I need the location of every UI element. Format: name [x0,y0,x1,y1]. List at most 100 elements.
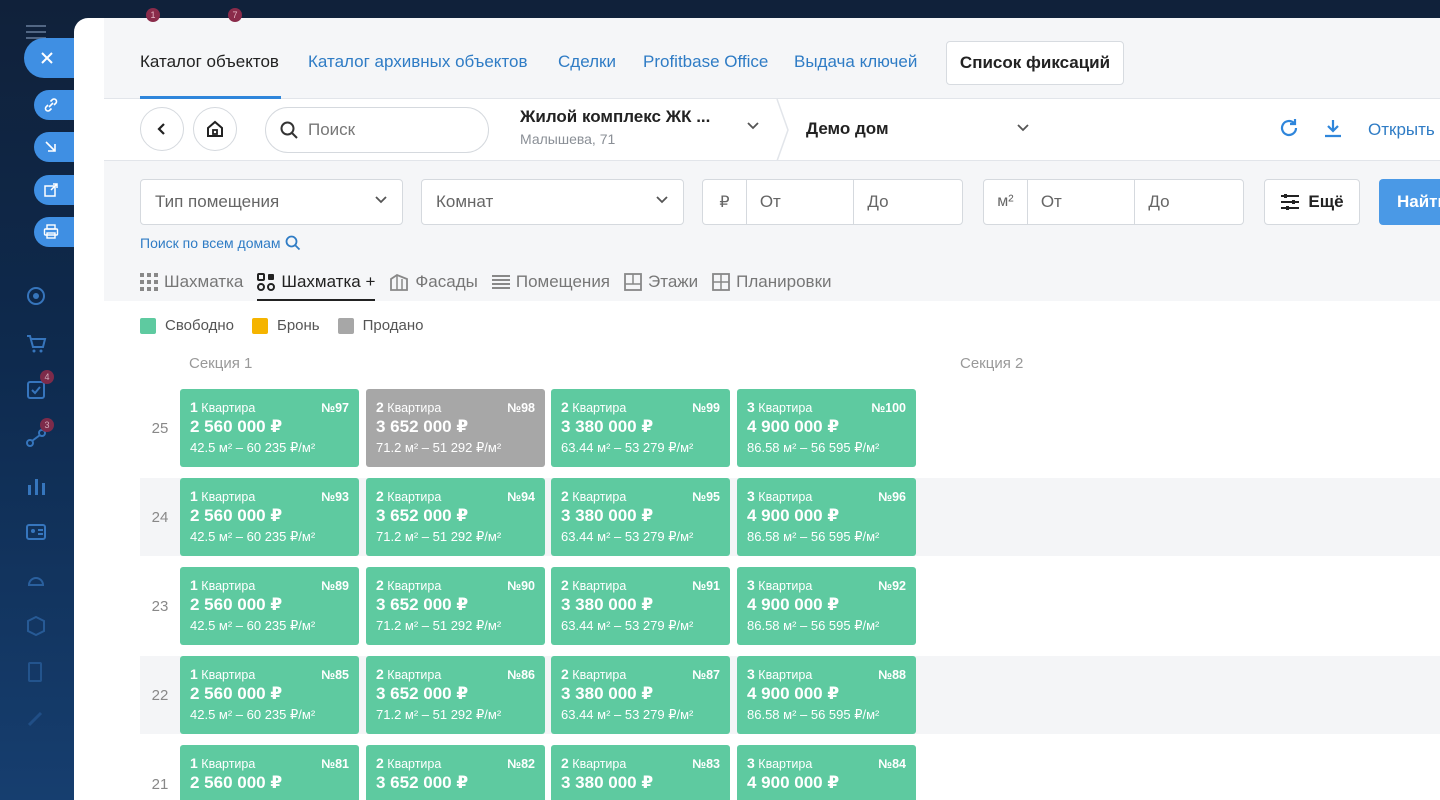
apartment-type: Квартира [572,757,627,771]
apartment-number: №91 [692,579,720,593]
apartment-cell[interactable]: 1 Квартира №81 2 560 000 ₽ [180,745,359,800]
tab-key-handover[interactable]: Выдача ключей [794,52,917,72]
apartment-type: Квартира [758,401,813,415]
apartment-price: 2 560 000 ₽ [190,506,283,525]
open-external-button[interactable] [34,175,74,205]
home-button[interactable] [193,107,237,151]
find-button[interactable]: Найти [1379,179,1440,225]
analytics-icon[interactable] [22,472,50,500]
tab-deals[interactable]: Сделки [558,52,616,72]
view-chess-plus[interactable]: Шахматка + [257,267,376,301]
apartment-cell[interactable]: 3 Квартира №84 4 900 000 ₽ [737,745,916,800]
floor-number: 24 [151,508,169,526]
catalog-panel: Каталог объектов Каталог архивных объект… [74,18,1440,800]
view-chess-label: Шахматка [164,272,244,291]
apartment-cell[interactable]: 2 Квартира №95 3 380 000 ₽ 63.44 м² – 53 27… [551,478,730,556]
apartment-number: №96 [878,490,906,504]
area-to-input[interactable]: До [1135,180,1243,224]
complex-address: Малышева, 71 [520,131,616,147]
apartment-cell[interactable]: 1 Квартира №85 2 560 000 ₽ 42.5 м² – 60 235… [180,656,359,734]
apartment-cell[interactable]: 3 Квартира №88 4 900 000 ₽ 86.58 м² – 56 59… [737,656,916,734]
tab-archive-catalog[interactable]: Каталог архивных объектов [308,52,528,72]
apartment-header: 2 Квартира №94 [376,488,535,504]
floor-icon [624,273,642,291]
apartment-kind: 3 Квартира [747,488,812,504]
apartment-header: 1 Квартира №81 [190,755,349,771]
apartment-header: 2 Квартира №95 [561,488,720,504]
apartment-cell[interactable]: 2 Квартира №98 3 652 000 ₽ 71.2 м² – 51 292… [366,389,545,467]
view-layouts[interactable]: Планировки [712,267,832,297]
refresh-icon[interactable] [1278,117,1300,139]
print-button[interactable] [34,217,74,247]
tab-catalog[interactable]: Каталог объектов [140,52,279,72]
apartment-cell[interactable]: 2 Квартира №87 3 380 000 ₽ 63.44 м² – 53 27… [551,656,730,734]
apartment-number: №100 [871,401,906,415]
more-filters-button[interactable]: Ещё [1264,179,1360,225]
view-chess[interactable]: Шахматка [140,267,243,297]
android-icon[interactable] [22,566,50,594]
tasks-icon[interactable]: 4 [22,370,54,404]
apartment-cell[interactable]: 3 Квартира №100 4 900 000 ₽ 86.58 м² – 56 5… [737,389,916,467]
download-icon[interactable] [1322,117,1344,139]
apartment-rooms: 2 [561,577,569,593]
document-edit-icon[interactable] [22,658,50,686]
apartment-rooms: 2 [376,666,384,682]
search-all-houses-link[interactable]: Поиск по всем домам [140,235,301,251]
search-input[interactable]: Поиск [265,107,489,153]
apartment-cell[interactable]: 1 Квартира №97 2 560 000 ₽ 42.5 м² – 60 235… [180,389,359,467]
apartment-cell[interactable]: 3 Квартира №96 4 900 000 ₽ 86.58 м² – 56 59… [737,478,916,556]
complex-selector[interactable]: Жилой комплекс ЖК ... Малышева, 71 [520,107,780,153]
apartment-cell[interactable]: 2 Квартира №83 3 380 000 ₽ [551,745,730,800]
apartment-area: 71.2 м² – 51 292 ₽/м² [376,529,502,544]
price-from-input[interactable]: От [747,180,855,224]
floor-row: 24 1 Квартира №93 2 560 000 ₽ 42.5 м² – 60 2… [140,478,1440,556]
apartment-cell[interactable]: 1 Квартира №93 2 560 000 ₽ 42.5 м² – 60 235… [180,478,359,556]
house-chevron-down-icon[interactable] [1016,123,1030,133]
apartment-cell[interactable]: 2 Квартира №91 3 380 000 ₽ 63.44 м² – 53 27… [551,567,730,645]
floor-row: 21 1 Квартира №81 2 560 000 ₽2 Квартира №82 3… [140,745,1440,800]
apartment-cell[interactable]: 1 Квартира №89 2 560 000 ₽ 42.5 м² – 60 235… [180,567,359,645]
apartment-cell[interactable]: 2 Квартира №82 3 652 000 ₽ [366,745,545,800]
copy-link-button[interactable] [34,90,74,120]
legend-sold: Продано [337,317,423,334]
rooms-select[interactable]: Комнат [421,179,684,225]
price-to-input[interactable]: До [854,180,962,224]
apartment-number: №98 [507,401,535,415]
tab-profitbase-office[interactable]: Profitbase Office [643,52,768,72]
view-facades[interactable]: Фасады [389,267,478,297]
workflow-icon[interactable]: 3 [22,418,54,452]
area-unit: м² [984,180,1028,224]
contacts-icon[interactable] [22,518,50,546]
back-button[interactable] [140,107,184,151]
export-button[interactable] [34,132,74,162]
apartment-header: 2 Квартира №90 [376,577,535,593]
area-from-input[interactable]: От [1028,180,1136,224]
filters-panel: Тип помещения Комнат ₽ От До м² От До Ещ… [104,161,1440,301]
apartment-kind: 1 Квартира [190,577,255,593]
box-icon[interactable] [22,612,50,640]
apartment-cell[interactable]: 2 Квартира №86 3 652 000 ₽ 71.2 м² – 51 292… [366,656,545,734]
apartment-number: №89 [321,579,349,593]
external-link-icon [44,183,58,197]
tasks-badge: 4 [40,370,54,384]
apartment-cell[interactable]: 3 Квартира №92 4 900 000 ₽ 86.58 м² – 56 59… [737,567,916,645]
apartment-price: 4 900 000 ₽ [747,417,840,436]
target-icon[interactable] [22,282,50,310]
apartment-cell[interactable]: 2 Квартира №99 3 380 000 ₽ 63.44 м² – 53 27… [551,389,730,467]
legend-free-swatch [140,317,156,334]
view-premises[interactable]: Помещения [491,267,610,297]
apartment-cell[interactable]: 2 Квартира №90 3 652 000 ₽ 71.2 м² – 51 292… [366,567,545,645]
cart-icon[interactable] [22,330,50,358]
open-link[interactable]: Открыть [1368,120,1435,140]
pen-icon[interactable] [22,704,50,732]
chevron-left-icon [157,123,165,135]
apartment-header: 1 Квартира №97 [190,399,349,415]
view-floors[interactable]: Этажи [624,267,698,297]
room-type-select[interactable]: Тип помещения [140,179,403,225]
house-name[interactable]: Демо дом [806,119,889,139]
apartment-cell[interactable]: 2 Квартира №94 3 652 000 ₽ 71.2 м² – 51 292… [366,478,545,556]
section-1-label: Секция 1 [189,355,253,372]
close-panel-button[interactable] [24,38,74,78]
apartment-area: 63.44 м² – 53 279 ₽/м² [561,440,694,455]
fixations-list-button[interactable]: Список фиксаций [946,41,1124,85]
